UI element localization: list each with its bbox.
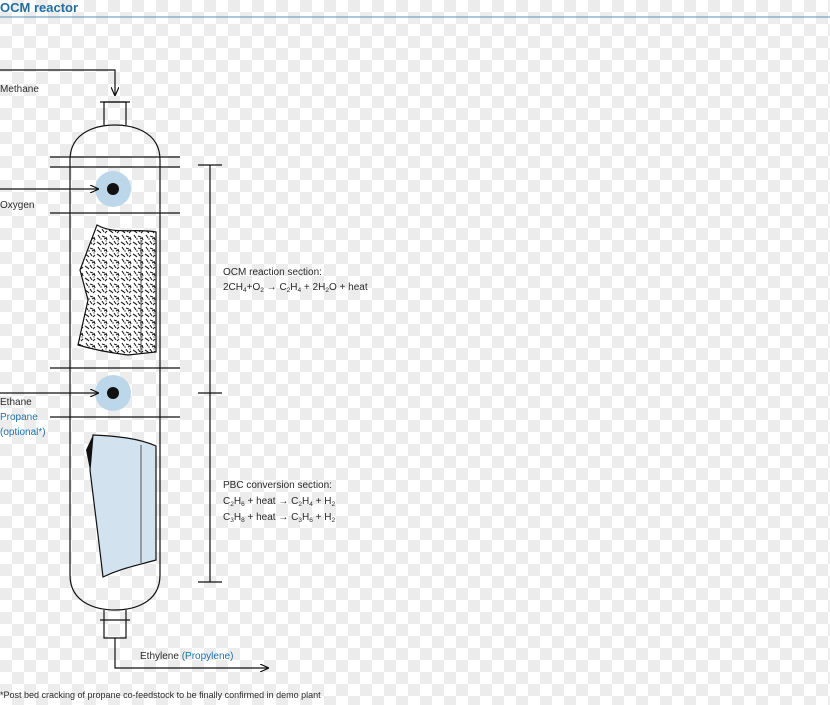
bottom-nozzle [103, 610, 127, 639]
propane-label: Propane [0, 412, 38, 423]
propane-optional-label: (optional*) [0, 427, 46, 438]
pbc-equation-2: C3H8 + heat → C3H6 + H2 [223, 512, 335, 524]
top-nozzle [103, 101, 127, 125]
pbc-section-title: PBC conversion section: [223, 480, 332, 491]
methane-label: Methane [0, 84, 39, 95]
ocm-catalyst-bed [77, 224, 157, 356]
pbc-equation-1: C2H6 + heat → C2H4 + H2 [223, 496, 335, 508]
ocm-equation: 2CH4+O2 → C2H4 + 2H2O + heat [223, 282, 368, 294]
ethylene-label: Ethylene [140, 651, 179, 662]
pbc-conversion-bed [89, 434, 157, 578]
ethane-distributor [107, 387, 119, 399]
oxygen-distributor [107, 183, 119, 195]
ocm-section-title: OCM reaction section: [223, 267, 322, 278]
ethane-label: Ethane [0, 397, 32, 408]
oxygen-label: Oxygen [0, 200, 34, 211]
footnote: *Post bed cracking of propane co-feedsto… [0, 690, 321, 700]
ocm-reactor-diagram: OCM reactor Methane Oxygen Ethane Propan… [0, 0, 830, 700]
propylene-label: (Propylene) [182, 651, 234, 662]
diagram-title: OCM reactor [0, 0, 78, 15]
outlet-label: Ethylene (Propylene) [140, 651, 233, 662]
